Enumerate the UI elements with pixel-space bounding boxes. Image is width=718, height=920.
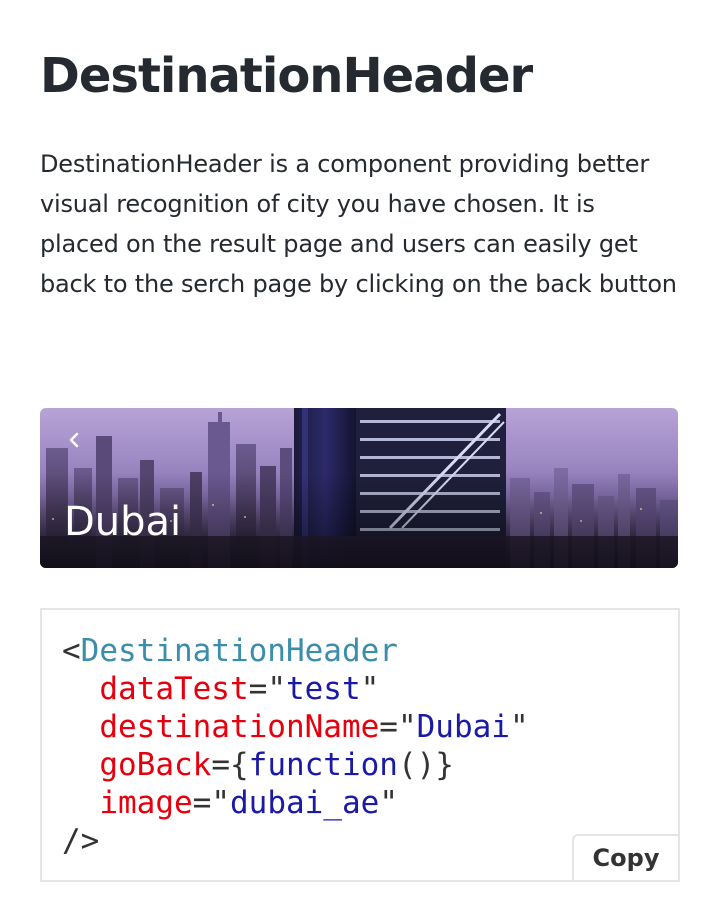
copy-button[interactable]: Copy — [572, 834, 680, 882]
code-punct: " — [267, 671, 286, 707]
code-component-name: DestinationHeader — [80, 633, 398, 669]
code-punct: " — [397, 709, 417, 745]
code-punct: " — [509, 709, 529, 745]
destination-header-example: Dubai — [40, 408, 678, 568]
code-close-tag: /> — [62, 823, 100, 859]
code-punct: " — [360, 671, 380, 707]
chevron-left-icon — [69, 432, 79, 448]
page-description: DestinationHeader is a component providi… — [40, 150, 677, 298]
code-punct: { — [229, 747, 249, 783]
code-prop-name: dataTest — [99, 671, 249, 707]
code-prop-name: image — [99, 785, 193, 821]
code-prop-value: Dubai — [416, 709, 510, 745]
code-prop-name: destinationName — [99, 709, 380, 745]
code-punct: = — [248, 671, 268, 707]
code-punct: = — [192, 785, 212, 821]
destination-name: Dubai — [64, 499, 182, 545]
code-prop-value: dubai_ae — [230, 785, 380, 821]
code-punct: " — [379, 785, 398, 821]
page-title: DestinationHeader — [40, 48, 533, 104]
code-prop-value: function — [248, 747, 398, 783]
code-prop-value: test — [285, 671, 361, 707]
code-punct: = — [211, 747, 230, 783]
code-punct: ()} — [397, 747, 454, 783]
code-punct: " — [211, 785, 230, 821]
back-button[interactable] — [62, 426, 86, 454]
code-snippet: <DestinationHeader dataTest="test" desti… — [62, 632, 529, 860]
code-example: <DestinationHeader dataTest="test" desti… — [40, 608, 680, 882]
code-punct: = — [379, 709, 398, 745]
code-open-bracket: < — [62, 633, 81, 669]
code-prop-name: goBack — [99, 747, 212, 783]
